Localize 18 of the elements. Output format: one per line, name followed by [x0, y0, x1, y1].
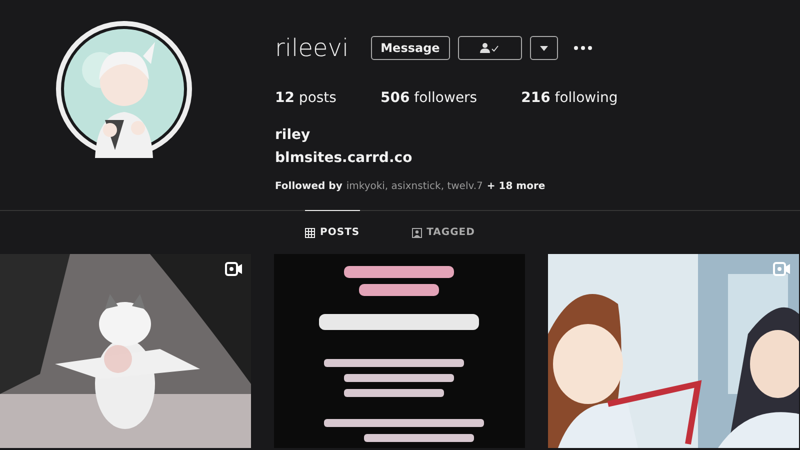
caret-icon: [540, 46, 548, 50]
grid-icon: [305, 228, 316, 238]
followed-by-label: Followed by: [275, 180, 342, 194]
username: rileevi: [275, 33, 349, 64]
more-icon[interactable]: [574, 46, 592, 50]
following-button[interactable]: [458, 36, 522, 60]
profile-tab[interactable]: TAGGED: [412, 210, 475, 254]
display-name: riley: [275, 126, 312, 145]
person-check-icon: [480, 43, 500, 53]
profile-stat[interactable]: 216 following: [521, 88, 618, 109]
more-followers[interactable]: + 18 more: [486, 179, 546, 194]
message-button[interactable]: Message: [370, 36, 450, 60]
profile-link[interactable]: blmsites.carrd.co: [275, 148, 662, 169]
dropdown-button[interactable]: [530, 36, 558, 60]
follower-names[interactable]: imkyoki, asixnstick, twelv.7: [346, 179, 483, 194]
tagged-person-icon: [412, 228, 422, 238]
profile-stat[interactable]: 506 followers: [380, 88, 478, 109]
profile-stat[interactable]: 12 posts: [275, 88, 336, 109]
